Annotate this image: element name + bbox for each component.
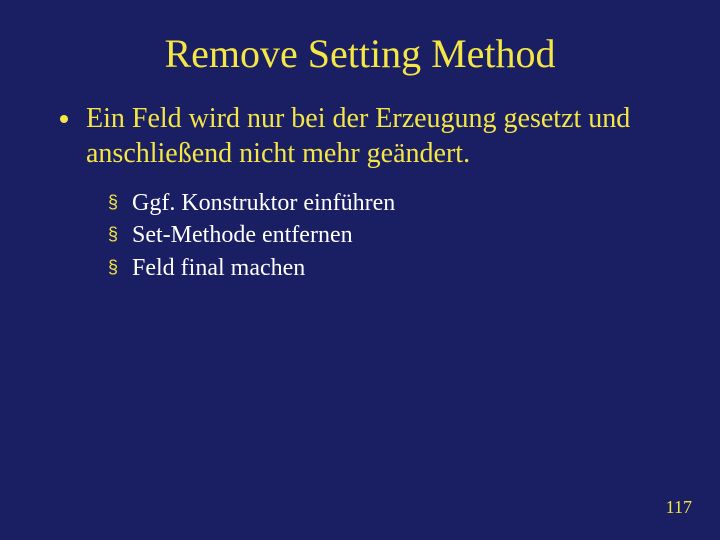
- bullet-level1: Ein Feld wird nur bei der Erzeugung gese…: [60, 101, 680, 171]
- slide-title: Remove Setting Method: [0, 0, 720, 101]
- bullet-level2: § Set-Methode entfernen: [108, 219, 680, 251]
- sub-bullets: § Ggf. Konstruktor einführen § Set-Metho…: [108, 187, 680, 284]
- square-bullet-icon: §: [108, 222, 118, 246]
- bullet-text: Ein Feld wird nur bei der Erzeugung gese…: [86, 101, 680, 171]
- bullet-text: Set-Methode entfernen: [132, 219, 680, 251]
- bullet-text: Ggf. Konstruktor einführen: [132, 187, 680, 219]
- bullet-level2: § Feld final machen: [108, 252, 680, 284]
- bullet-text: Feld final machen: [132, 252, 680, 284]
- bullet-level2: § Ggf. Konstruktor einführen: [108, 187, 680, 219]
- bullet-dot-icon: [60, 115, 68, 123]
- slide-body: Ein Feld wird nur bei der Erzeugung gese…: [0, 101, 720, 284]
- square-bullet-icon: §: [108, 255, 118, 279]
- page-number: 117: [666, 497, 692, 518]
- square-bullet-icon: §: [108, 190, 118, 214]
- slide: Remove Setting Method Ein Feld wird nur …: [0, 0, 720, 540]
